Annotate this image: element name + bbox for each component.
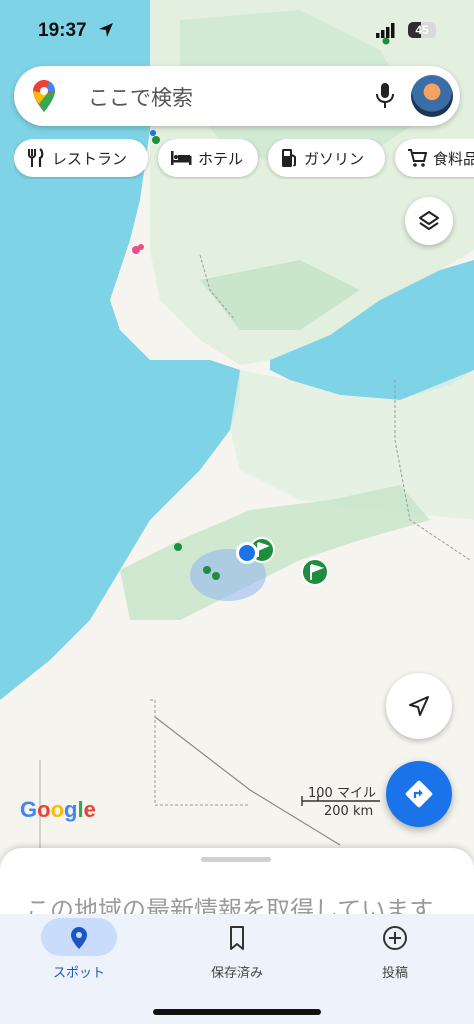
logo-letter: o [50, 797, 65, 822]
layers-icon [419, 211, 439, 230]
search-input[interactable]: ここで検索 [88, 82, 193, 112]
logo-letter: g [64, 797, 78, 822]
layers-button[interactable] [405, 197, 453, 245]
maps-pin-icon [33, 80, 55, 112]
google-logo: Google [20, 797, 96, 823]
sheet-handle[interactable] [201, 857, 271, 862]
chip-label: レストラン [52, 149, 128, 168]
cart-icon [408, 149, 427, 167]
tab-label: 保存済み [210, 966, 263, 981]
chip-hotel[interactable]: ホテル [158, 139, 258, 177]
chip-label: ガソリン [304, 149, 365, 168]
tab-label: スポット [52, 966, 105, 981]
fork-knife-icon [28, 148, 44, 167]
place-dot[interactable] [150, 130, 156, 136]
directions-button[interactable] [386, 761, 452, 827]
chip-gas[interactable]: ガソリン [268, 139, 385, 177]
gas-pump-icon [282, 149, 296, 167]
status-time: 19:37 [38, 20, 87, 41]
tab-label: 投稿 [381, 966, 408, 981]
chip-restaurant[interactable]: レストラン [14, 139, 148, 177]
tab-explore[interactable]: スポット [0, 914, 158, 994]
logo-letter: e [83, 797, 96, 822]
mic-icon[interactable] [374, 82, 396, 110]
home-indicator [153, 1009, 321, 1015]
signal-icon [376, 23, 395, 38]
chip-label: ホテル [198, 149, 244, 168]
logo-letter: o [37, 797, 51, 822]
status-bar: 19:37 45 [0, 0, 474, 60]
category-chips: レストラン ホテル ガソリン 食料品 [14, 139, 474, 179]
bottom-sheet[interactable]: この地域の最新情報を取得しています [0, 848, 474, 918]
tab-contribute[interactable]: 投稿 [316, 914, 474, 994]
battery-icon: 45 [408, 22, 436, 38]
add-circle-icon [383, 926, 407, 950]
bed-icon [171, 151, 192, 165]
place-dot[interactable] [174, 543, 182, 551]
tab-saved[interactable]: 保存済み [158, 914, 316, 994]
bottom-nav: スポット 保存済み 投稿 [0, 914, 474, 1024]
my-location-button[interactable] [386, 673, 452, 739]
avatar[interactable] [411, 75, 453, 117]
pin-icon [71, 927, 87, 949]
flag-marker[interactable] [301, 558, 329, 586]
chip-label: 食料品 [433, 149, 474, 168]
place-dot[interactable] [212, 572, 220, 580]
location-arrow-icon [99, 23, 113, 37]
logo-letter: G [20, 797, 38, 822]
my-location-dot[interactable] [236, 542, 258, 564]
bookmark-icon [230, 926, 244, 950]
scale-metric: 200 km [324, 804, 374, 819]
directions-icon [405, 780, 433, 808]
navigation-arrow-icon [409, 696, 429, 716]
map-scale: 100 マイル 200 km [296, 780, 386, 824]
battery-level: 45 [415, 23, 429, 37]
chip-grocery[interactable]: 食料品 [395, 139, 474, 177]
place-dot[interactable] [203, 566, 211, 574]
search-bar[interactable]: ここで検索 [14, 66, 460, 126]
place-dot[interactable] [138, 244, 144, 250]
